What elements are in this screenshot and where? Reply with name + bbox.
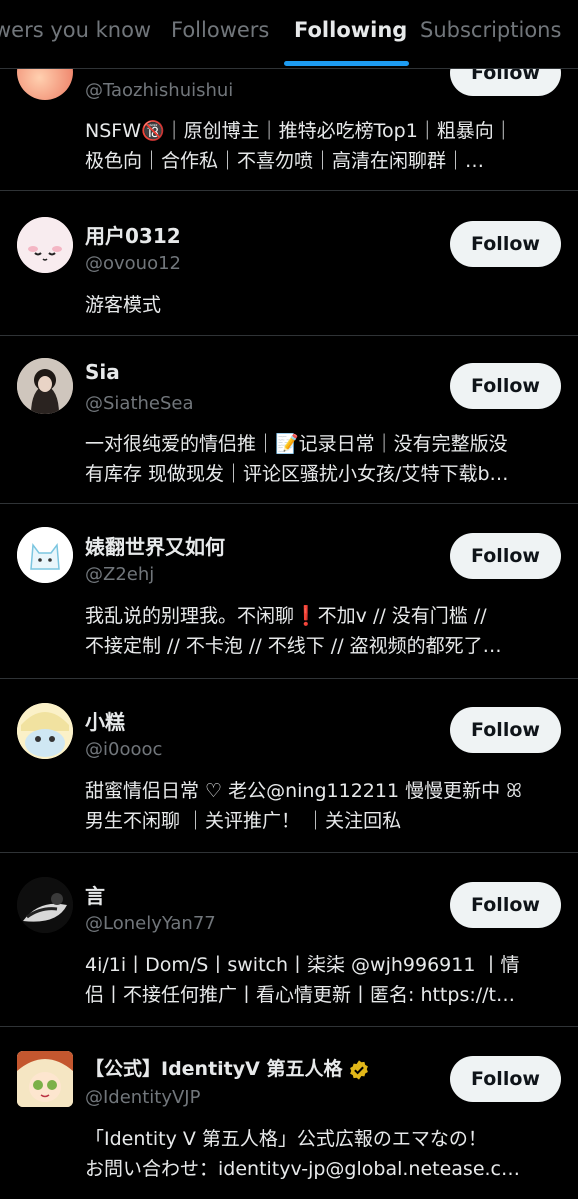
account-handle[interactable]: @IdentityVJP xyxy=(85,1087,200,1108)
follow-button[interactable]: Follow xyxy=(450,707,561,753)
account-row[interactable]: 小糕 @i0oooc Follow 甜蜜情侣日常 ♡ 老公@ning112211… xyxy=(0,678,578,853)
account-row[interactable]: Sia @SiatheSea Follow 一对很纯爱的情侣推｜📝记录日常｜没有… xyxy=(0,335,578,504)
account-name[interactable]: 言 xyxy=(85,880,105,909)
account-name-text: 【公式】IdentityV 第五人格 xyxy=(85,1058,343,1080)
account-name[interactable]: 婊翻世界又如何 xyxy=(85,531,225,560)
account-handle[interactable]: @ovouo12 xyxy=(85,253,181,274)
account-name[interactable]: 用户0312 xyxy=(85,220,181,249)
follow-button[interactable]: Follow xyxy=(450,1056,561,1102)
tab-bar: wers you know Followers Following Subscr… xyxy=(0,0,578,69)
avatar[interactable] xyxy=(17,217,73,273)
account-handle[interactable]: @Taozhishuishui xyxy=(85,80,233,101)
cute-face-icon xyxy=(17,217,73,273)
account-bio: 「Identity V 第五人格」公式広報のエマなの！ お問い合わせ：ident… xyxy=(85,1128,520,1180)
verified-badge-icon[interactable] xyxy=(348,1059,370,1081)
account-handle[interactable]: @LonelyYan77 xyxy=(85,913,216,934)
account-bio: NSFW🔞｜原创博主｜推特必吃榜Top1｜粗暴向｜ 极色向｜合作私｜不喜勿喷｜高… xyxy=(85,120,513,172)
avatar[interactable] xyxy=(17,527,73,583)
account-bio: 4i/1i丨Dom/S丨switch丨柒柒 @wjh996911 丨情 侣丨不接… xyxy=(85,954,520,1006)
account-name[interactable]: 【公式】IdentityV 第五人格 xyxy=(85,1054,370,1081)
account-row[interactable]: 【公式】IdentityV 第五人格 @IdentityVJP Follow 「… xyxy=(0,1026,578,1199)
account-row[interactable]: 言 @LonelyYan77 Follow 4i/1i丨Dom/S丨switch… xyxy=(0,852,578,1027)
follow-button[interactable]: Follow xyxy=(450,533,561,579)
dark-character-icon xyxy=(17,877,73,933)
account-handle[interactable]: @SiatheSea xyxy=(85,393,194,414)
avatar[interactable] xyxy=(17,877,73,933)
avatar[interactable] xyxy=(17,358,73,414)
account-bio: 我乱说的别理我。不闲聊❗不加v // 没有门槛 // 不接定制 // 不卡泡 /… xyxy=(85,605,502,657)
account-name[interactable]: 小糕 xyxy=(85,706,125,735)
account-bio: 游客模式 xyxy=(85,294,162,316)
tab-following[interactable]: Following xyxy=(294,18,407,42)
follow-button[interactable]: Follow xyxy=(450,221,561,267)
cat-icon xyxy=(17,527,73,583)
account-name[interactable]: Sia xyxy=(85,360,120,384)
follow-button[interactable]: Follow xyxy=(450,882,561,928)
account-bio: 一对很纯爱的情侣推｜📝记录日常｜没有完整版没 有库存 现做现发｜评论区骚扰小女孩… xyxy=(85,433,509,485)
account-handle[interactable]: @Z2ehj xyxy=(85,564,154,585)
follow-button[interactable]: Follow xyxy=(450,363,561,409)
active-tab-indicator xyxy=(284,61,409,66)
tab-followers[interactable]: Followers xyxy=(171,18,269,42)
tab-subscriptions[interactable]: Subscriptions xyxy=(420,18,561,42)
account-row[interactable]: 婊翻世界又如何 @Z2ehj Follow 我乱说的别理我。不闲聊❗不加v //… xyxy=(0,503,578,679)
avatar[interactable] xyxy=(17,703,73,759)
anime-face-icon xyxy=(17,703,73,759)
game-character-icon xyxy=(17,1051,73,1107)
tab-followers-you-know[interactable]: wers you know xyxy=(0,18,151,42)
account-bio: 甜蜜情侣日常 ♡ 老公@ning112211 慢慢更新中 ꕤ 男生不闲聊 ｜关评… xyxy=(85,780,522,832)
portrait-icon xyxy=(17,358,73,414)
account-handle[interactable]: @i0oooc xyxy=(85,739,162,760)
avatar[interactable] xyxy=(17,1051,73,1107)
account-row[interactable]: 用户0312 @ovouo12 Follow 游客模式 xyxy=(0,190,578,336)
